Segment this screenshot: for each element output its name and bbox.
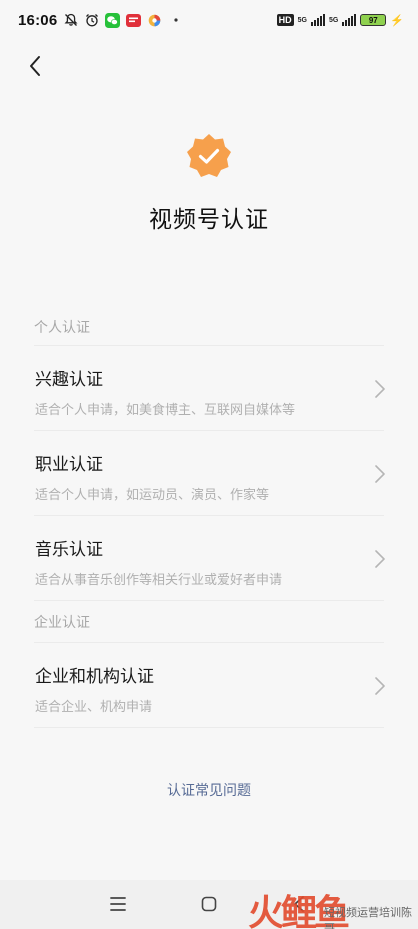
battery-icon: 97 (360, 14, 387, 26)
chevron-right-icon (375, 677, 385, 695)
charging-icon: ⚡ (390, 14, 404, 27)
page-title: 视频号认证 (149, 207, 269, 233)
browser-app-icon (147, 13, 162, 28)
list-item-music-certification[interactable]: 音乐认证 适合从事音乐创作等相关行业或爱好者申请 (34, 516, 385, 601)
wechat-icon (105, 12, 121, 28)
back-triangle-icon (294, 896, 304, 912)
network-type-1: 5G (297, 16, 307, 24)
back-button[interactable] (22, 52, 48, 80)
status-time: 16:06 (18, 11, 58, 29)
network-type-2: 5G (328, 16, 339, 24)
item-description: 适合企业、机构申请 (35, 700, 153, 715)
chevron-right-icon (375, 550, 385, 568)
item-description: 适合个人申请，如美食博主、互联网自媒体等 (35, 403, 296, 418)
list-item-interest-certification[interactable]: 兴趣认证 适合个人申请，如美食博主、互联网自媒体等 (34, 346, 385, 431)
hd-badge: HD (276, 14, 294, 26)
status-left: 16:06 (18, 12, 183, 29)
list-item-profession-certification[interactable]: 职业认证 适合个人申请，如运动员、演员、作家等 (34, 431, 385, 516)
section-label-enterprise: 企业认证 (34, 601, 384, 643)
menu-icon (110, 897, 126, 911)
notification-dot-icon (168, 13, 183, 28)
item-title: 音乐认证 (35, 540, 103, 560)
faq-link[interactable]: 认证常见问题 (0, 780, 418, 800)
home-button[interactable] (198, 893, 220, 915)
item-description: 适合个人申请，如运动员、演员、作家等 (35, 488, 270, 503)
status-right: HD 5G 5G 97 ⚡ (276, 14, 404, 27)
recent-apps-button[interactable] (107, 893, 129, 915)
system-nav-bar (0, 880, 418, 929)
item-title: 兴趣认证 (35, 370, 103, 390)
item-title: 职业认证 (35, 455, 103, 475)
verified-badge-icon (186, 133, 232, 179)
list-item-enterprise-certification[interactable]: 企业和机构认证 适合企业、机构申请 (34, 643, 385, 728)
bell-muted-icon (63, 13, 78, 28)
signal-icon (310, 14, 325, 26)
item-description: 适合从事音乐创作等相关行业或爱好者申请 (35, 573, 283, 588)
news-app-icon (126, 13, 142, 28)
signal-icon-2 (342, 14, 357, 26)
status-bar: 16:06 HD 5G 5G 97 ⚡ (0, 0, 418, 40)
certification-list: 个人认证 兴趣认证 适合个人申请，如美食博主、互联网自媒体等 职业认证 适合个人… (34, 308, 385, 728)
chevron-right-icon (375, 380, 385, 398)
alarm-icon (84, 13, 99, 28)
home-square-icon (201, 896, 217, 912)
item-title: 企业和机构认证 (35, 667, 154, 687)
chevron-left-icon (30, 56, 40, 76)
system-back-button[interactable] (288, 893, 310, 915)
section-label-personal: 个人认证 (34, 308, 384, 346)
chevron-right-icon (375, 465, 385, 483)
